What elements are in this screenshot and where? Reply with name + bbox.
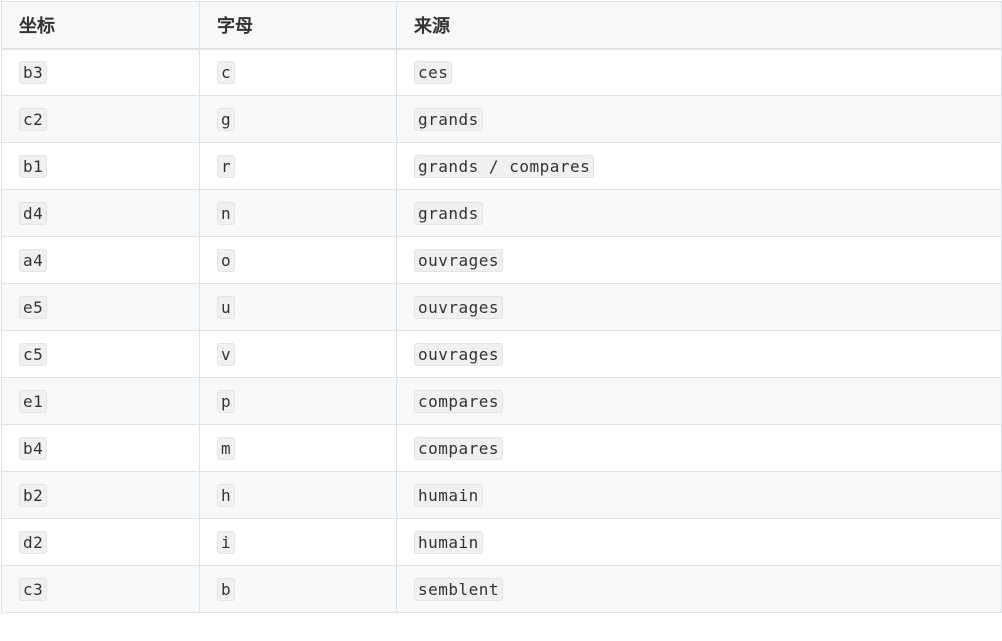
source-code: ouvrages: [414, 295, 504, 319]
cell-coord: b2: [1, 471, 200, 519]
cell-letter: m: [199, 424, 397, 472]
table-body: b3 c ces c2 g grands b1 r grands / compa…: [1, 48, 1002, 613]
coord-code: e5: [19, 295, 48, 319]
source-code: ces: [414, 60, 453, 84]
source-code: compares: [414, 436, 504, 460]
cell-letter: p: [199, 377, 397, 425]
letter-code: n: [217, 201, 236, 225]
table-row: b1 r grands / compares: [1, 142, 1002, 190]
coord-code: b1: [19, 154, 48, 178]
table-row: c2 g grands: [1, 95, 1002, 143]
cell-coord: d4: [1, 189, 200, 237]
coord-code: c3: [19, 577, 48, 601]
source-code: grands: [414, 107, 483, 131]
letter-code: g: [217, 107, 236, 131]
table-row: b2 h humain: [1, 471, 1002, 519]
table-row: e1 p compares: [1, 377, 1002, 425]
cell-coord: b1: [1, 142, 200, 190]
cell-coord: d2: [1, 518, 200, 566]
source-code: ouvrages: [414, 248, 504, 272]
coord-code: b3: [19, 60, 48, 84]
cell-letter: g: [199, 95, 397, 143]
coord-code: a4: [19, 248, 48, 272]
table-row: b3 c ces: [1, 48, 1002, 96]
coord-code: d2: [19, 530, 48, 554]
cell-source: ouvrages: [396, 330, 1002, 378]
cell-letter: b: [199, 565, 397, 613]
coordinate-letter-table: 坐标 字母 来源 b3 c ces c2 g grands b1 r grand…: [1, 1, 1002, 613]
cell-letter: i: [199, 518, 397, 566]
cell-source: compares: [396, 377, 1002, 425]
cell-source: humain: [396, 518, 1002, 566]
table-row: b4 m compares: [1, 424, 1002, 472]
header-coord: 坐标: [1, 1, 200, 50]
letter-code: h: [217, 483, 236, 507]
table-row: e5 u ouvrages: [1, 283, 1002, 331]
cell-coord: c2: [1, 95, 200, 143]
header-source: 来源: [396, 1, 1002, 50]
cell-letter: h: [199, 471, 397, 519]
cell-letter: u: [199, 283, 397, 331]
cell-letter: o: [199, 236, 397, 284]
table-row: c5 v ouvrages: [1, 330, 1002, 378]
header-row: 坐标 字母 来源: [1, 1, 1002, 50]
cell-source: ouvrages: [396, 283, 1002, 331]
cell-letter: c: [199, 48, 397, 96]
coord-code: c5: [19, 342, 48, 366]
cell-coord: c5: [1, 330, 200, 378]
letter-code: u: [217, 295, 236, 319]
cell-coord: e5: [1, 283, 200, 331]
cell-coord: c3: [1, 565, 200, 613]
cell-source: humain: [396, 471, 1002, 519]
cell-coord: b4: [1, 424, 200, 472]
cell-source: ces: [396, 48, 1002, 96]
cell-source: ouvrages: [396, 236, 1002, 284]
cell-coord: a4: [1, 236, 200, 284]
source-code: ouvrages: [414, 342, 504, 366]
cell-source: compares: [396, 424, 1002, 472]
letter-code: b: [217, 577, 236, 601]
header-letter: 字母: [199, 1, 397, 50]
cell-letter: v: [199, 330, 397, 378]
letter-code: o: [217, 248, 236, 272]
coord-code: c2: [19, 107, 48, 131]
letter-code: v: [217, 342, 236, 366]
source-code: semblent: [414, 577, 504, 601]
table-row: d2 i humain: [1, 518, 1002, 566]
cell-letter: n: [199, 189, 397, 237]
table-row: a4 o ouvrages: [1, 236, 1002, 284]
letter-code: m: [217, 436, 236, 460]
source-code: compares: [414, 389, 504, 413]
cell-source: grands: [396, 189, 1002, 237]
cell-coord: e1: [1, 377, 200, 425]
source-code: grands / compares: [414, 154, 595, 178]
cell-coord: b3: [1, 48, 200, 96]
letter-code: c: [217, 60, 236, 84]
source-code: humain: [414, 483, 483, 507]
cell-source: grands / compares: [396, 142, 1002, 190]
coord-code: e1: [19, 389, 48, 413]
coord-code: b2: [19, 483, 48, 507]
source-code: humain: [414, 530, 483, 554]
coord-code: b4: [19, 436, 48, 460]
letter-code: r: [217, 154, 236, 178]
letter-code: i: [217, 530, 236, 554]
table-header: 坐标 字母 来源: [1, 1, 1002, 50]
cell-source: semblent: [396, 565, 1002, 613]
coord-code: d4: [19, 201, 48, 225]
cell-letter: r: [199, 142, 397, 190]
table-row: d4 n grands: [1, 189, 1002, 237]
table-row: c3 b semblent: [1, 565, 1002, 613]
letter-code: p: [217, 389, 236, 413]
source-code: grands: [414, 201, 483, 225]
cell-source: grands: [396, 95, 1002, 143]
